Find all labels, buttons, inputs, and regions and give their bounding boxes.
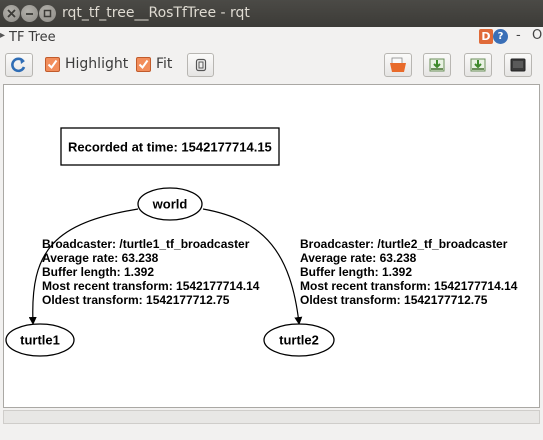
- fit-label[interactable]: Fit: [156, 56, 172, 72]
- help-icon[interactable]: ?: [493, 29, 508, 44]
- save-dot-button[interactable]: [423, 53, 451, 77]
- edge-turtle1-recent: Most recent transform: 1542177714.14: [42, 279, 260, 293]
- status-bar: [0, 424, 543, 440]
- minimize-icon[interactable]: [21, 5, 38, 22]
- refresh-button[interactable]: [5, 53, 33, 77]
- horizontal-scrollbar[interactable]: [3, 410, 540, 424]
- edge-label-turtle1: Broadcaster: /turtle1_tf_broadcaster Ave…: [42, 237, 260, 307]
- graph-view[interactable]: Recorded at time: 1542177714.15 world tu…: [3, 84, 540, 408]
- recorded-time-label: Recorded at time: 1542177714.15: [68, 140, 272, 155]
- fit-in-view-icon: [195, 58, 206, 72]
- save-svg-button[interactable]: [464, 53, 492, 77]
- edge-turtle2-broadcaster: Broadcaster: /turtle2_tf_broadcaster: [300, 237, 508, 251]
- save-image-button[interactable]: [504, 53, 532, 77]
- toolbar: Highlight Fit: [0, 49, 543, 83]
- close-icon[interactable]: [3, 5, 20, 22]
- maximize-icon[interactable]: [39, 5, 56, 22]
- save-image-icon: [510, 58, 526, 72]
- fit-checkbox[interactable]: [136, 57, 151, 72]
- minimize-plugin-button[interactable]: -: [516, 28, 521, 43]
- refresh-icon: [11, 57, 26, 73]
- app-window: rqt_tf_tree__RosTfTree - rqt ▸ TF Tree D…: [0, 0, 543, 440]
- debug-icon[interactable]: D: [479, 29, 493, 44]
- load-dot-button[interactable]: [384, 53, 412, 77]
- node-world-label: world: [152, 197, 188, 212]
- save-dot-icon: [429, 58, 445, 72]
- plugin-title: TF Tree: [9, 30, 56, 45]
- edge-label-turtle2: Broadcaster: /turtle2_tf_broadcaster Ave…: [300, 237, 518, 307]
- edge-turtle1-broadcaster: Broadcaster: /turtle1_tf_broadcaster: [42, 237, 250, 251]
- node-turtle1-label: turtle1: [20, 333, 60, 348]
- fit-in-view-button[interactable]: [187, 53, 214, 77]
- folder-open-icon: [390, 57, 406, 72]
- plugin-icon: ▸: [0, 30, 6, 41]
- save-svg-icon: [470, 58, 486, 72]
- plugin-header: ▸ TF Tree D ? - O: [0, 27, 543, 49]
- close-plugin-button[interactable]: O: [532, 28, 542, 43]
- edge-turtle2-buffer: Buffer length: 1.392: [300, 265, 412, 279]
- edge-turtle1-rate: Average rate: 63.238: [42, 251, 159, 265]
- edge-turtle2-rate: Average rate: 63.238: [300, 251, 417, 265]
- edge-turtle2-recent: Most recent transform: 1542177714.14: [300, 279, 518, 293]
- node-turtle2-label: turtle2: [279, 333, 319, 348]
- highlight-label[interactable]: Highlight: [65, 56, 128, 72]
- title-bar: rqt_tf_tree__RosTfTree - rqt: [0, 0, 543, 27]
- window-title: rqt_tf_tree__RosTfTree - rqt: [62, 5, 250, 21]
- edge-turtle2-oldest: Oldest transform: 1542177712.75: [300, 293, 488, 307]
- highlight-checkbox[interactable]: [45, 57, 60, 72]
- edge-turtle1-oldest: Oldest transform: 1542177712.75: [42, 293, 230, 307]
- tf-graph: Recorded at time: 1542177714.15 world tu…: [5, 127, 518, 357]
- edge-turtle1-buffer: Buffer length: 1.392: [42, 265, 154, 279]
